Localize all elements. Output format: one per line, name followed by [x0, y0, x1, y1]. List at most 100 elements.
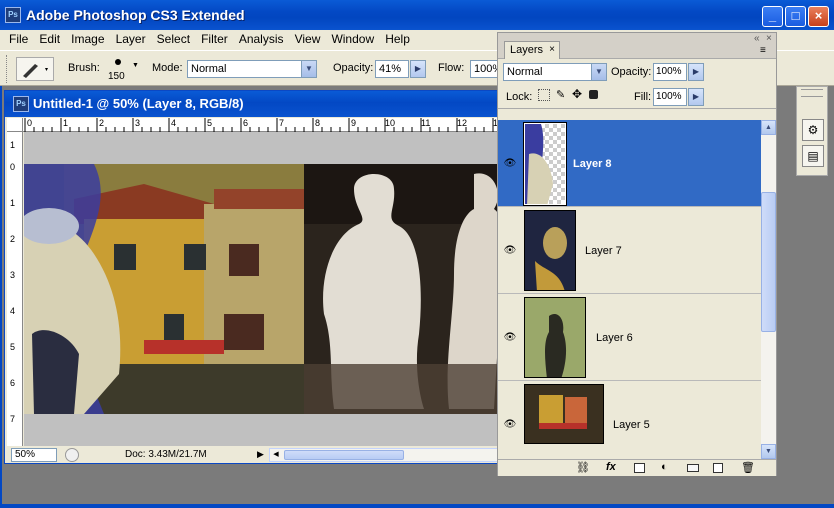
- minimize-button[interactable]: _: [762, 6, 783, 27]
- visibility-eye-icon[interactable]: 👁: [502, 419, 518, 431]
- horizontal-scroll-thumb[interactable]: [284, 450, 404, 460]
- layer-row-6[interactable]: 👁 Layer 6: [498, 294, 761, 381]
- ruler-vertical[interactable]: 1 0 1 2 3 4 5 6 7: [7, 132, 23, 446]
- horizontal-scrollbar[interactable]: ◀: [269, 448, 501, 462]
- mode-select[interactable]: Normal ▼: [187, 60, 317, 78]
- ruler-horizontal[interactable]: 0 1 2 3 4 5 6 7 8 9 10 11 12 13: [23, 118, 503, 132]
- mask-icon[interactable]: [634, 463, 645, 473]
- layer-row-8[interactable]: 👁 Layer 8: [498, 120, 761, 207]
- right-dock: ⚙ ▤: [796, 86, 828, 176]
- brush-dot-icon: [115, 59, 121, 65]
- close-icon[interactable]: ×: [549, 42, 555, 58]
- zoom-field[interactable]: 50%: [11, 448, 57, 462]
- layers-footer: ⛓ fx ◐ 🗑: [498, 459, 776, 476]
- layer-opacity-input[interactable]: 100%: [653, 63, 687, 81]
- menu-edit[interactable]: Edit: [35, 30, 64, 48]
- layer-opacity-slider-button[interactable]: ▶: [688, 63, 704, 81]
- ruler-number: 7: [10, 414, 16, 424]
- layer-row-7[interactable]: 👁 Layer 7: [498, 207, 761, 294]
- trash-icon[interactable]: 🗑: [741, 461, 755, 474]
- brush-picker[interactable]: 150 ▼: [104, 55, 140, 85]
- document-window: Ps Untitled-1 @ 50% (Layer 8, RGB/8) 0 1…: [4, 90, 503, 464]
- ruler-number: 1: [10, 198, 16, 208]
- tab-layers-label: Layers: [510, 44, 544, 56]
- opacity-label: Opacity:: [333, 62, 374, 74]
- layers-list: 👁 Layer 8 👁 Layer 7 👁 Layer 6 👁 Layer 5: [498, 120, 761, 459]
- menu-filter[interactable]: Filter: [197, 30, 232, 48]
- ruler-number: 0: [27, 118, 33, 128]
- layers-scrollbar[interactable]: ▲ ▼: [761, 120, 776, 459]
- tool-preset-picker[interactable]: [16, 57, 54, 81]
- composite-image: [24, 164, 499, 414]
- maximize-button[interactable]: □: [785, 6, 806, 27]
- close-icon[interactable]: ×: [766, 33, 772, 44]
- scroll-down-icon[interactable]: ▼: [761, 444, 776, 459]
- fill-slider-button[interactable]: ▶: [688, 88, 704, 106]
- lock-pixels-icon[interactable]: ✎: [556, 88, 565, 101]
- canvas[interactable]: [24, 132, 499, 446]
- ruler-number: 9: [351, 118, 357, 128]
- folder-icon[interactable]: [687, 464, 699, 472]
- zoom-value: 50%: [15, 449, 36, 460]
- layer-name: Layer 6: [596, 332, 633, 344]
- layer-name: Layer 8: [573, 158, 612, 170]
- tab-layers[interactable]: Layers ×: [504, 41, 560, 59]
- ruler-number: 0: [10, 162, 16, 172]
- menu-select[interactable]: Select: [153, 30, 194, 48]
- blend-row: Normal ▼ Opacity: 100% ▶: [498, 59, 776, 85]
- opacity-input[interactable]: 41%: [375, 60, 409, 78]
- layers-panel-header[interactable]: Layers × « × ≡: [498, 33, 776, 59]
- blend-mode-select[interactable]: Normal ▼: [503, 63, 607, 81]
- adjustment-icon[interactable]: ◐: [661, 461, 668, 473]
- ruler-number: 2: [99, 118, 105, 128]
- ruler-number: 10: [385, 118, 396, 128]
- ruler-number: 6: [243, 118, 249, 128]
- layer-comps-icon[interactable]: ▤: [802, 145, 824, 167]
- scroll-left-icon[interactable]: ◀: [270, 449, 282, 461]
- document-titlebar[interactable]: Ps Untitled-1 @ 50% (Layer 8, RGB/8): [5, 91, 499, 117]
- ruler-number: 6: [10, 378, 16, 388]
- status-arrow-icon[interactable]: ▶: [257, 449, 264, 460]
- panel-menu-icon[interactable]: ≡: [760, 45, 766, 56]
- app-title: Adobe Photoshop CS3 Extended: [26, 7, 245, 23]
- layer-opacity-label: Opacity:: [611, 66, 652, 78]
- new-layer-icon[interactable]: [713, 463, 723, 473]
- menu-analysis[interactable]: Analysis: [235, 30, 288, 48]
- visibility-eye-icon[interactable]: 👁: [502, 332, 518, 344]
- app-titlebar[interactable]: Ps Adobe Photoshop CS3 Extended _ □ ×: [0, 0, 834, 30]
- ruler-number: 1: [10, 140, 16, 150]
- tool-presets-icon[interactable]: ⚙: [802, 119, 824, 141]
- menu-file[interactable]: File: [5, 30, 32, 48]
- status-menu-icon[interactable]: [65, 448, 79, 462]
- layer-row-5[interactable]: 👁 Layer 5: [498, 381, 761, 459]
- close-button[interactable]: ×: [808, 6, 829, 27]
- collapse-icon[interactable]: «: [754, 33, 760, 44]
- link-icon[interactable]: ⛓: [576, 461, 590, 474]
- fill-input[interactable]: 100%: [653, 88, 687, 106]
- opacity-value: 41%: [379, 63, 402, 75]
- visibility-eye-icon[interactable]: 👁: [502, 158, 518, 170]
- scroll-up-icon[interactable]: ▲: [761, 120, 776, 135]
- doc-info: Doc: 3.43M/21.7M: [125, 449, 207, 460]
- lock-position-icon[interactable]: ✥: [572, 87, 582, 101]
- layer-name: Layer 5: [613, 419, 650, 431]
- menu-view[interactable]: View: [291, 30, 325, 48]
- photoshop-logo-icon: Ps: [13, 96, 29, 112]
- ruler-number: 4: [171, 118, 177, 128]
- window-frame-left: [0, 30, 2, 508]
- dock-grip[interactable]: [801, 89, 823, 97]
- layers-scroll-thumb[interactable]: [761, 192, 776, 332]
- menu-window[interactable]: Window: [327, 30, 378, 48]
- menu-layer[interactable]: Layer: [112, 30, 150, 48]
- fx-icon[interactable]: fx: [606, 461, 616, 473]
- menu-help[interactable]: Help: [381, 30, 414, 48]
- chevron-down-icon: ▼: [591, 64, 606, 80]
- lock-transparency-icon[interactable]: [538, 89, 550, 101]
- fill-label: Fill:: [634, 91, 652, 103]
- opacity-slider-button[interactable]: ▶: [410, 60, 426, 78]
- visibility-eye-icon[interactable]: 👁: [502, 245, 518, 257]
- options-grip[interactable]: [6, 55, 9, 83]
- menu-image[interactable]: Image: [67, 30, 108, 48]
- lock-all-icon[interactable]: [589, 90, 598, 99]
- ruler-origin[interactable]: [7, 118, 23, 132]
